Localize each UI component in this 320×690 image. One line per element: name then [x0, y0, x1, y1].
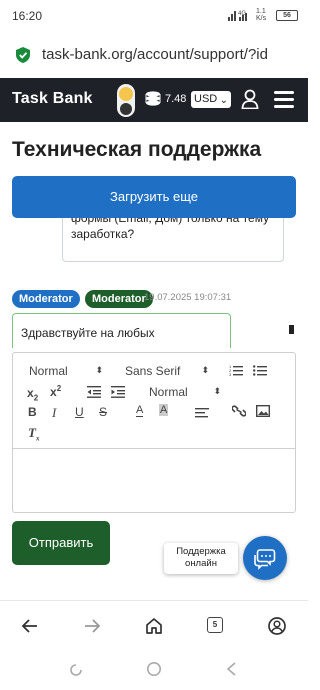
balance-value: 7.48 — [165, 93, 187, 105]
browser-url-bar[interactable]: task-bank.org/account/support/?id — [0, 34, 308, 78]
chat-scrollbar[interactable] — [289, 325, 294, 334]
size-select[interactable]: Normal ⬍ — [149, 385, 221, 399]
superscript-icon[interactable]: x2 — [50, 384, 61, 399]
theme-toggle[interactable] — [117, 84, 135, 117]
support-label-line2: онлайн — [185, 558, 217, 569]
updown-arrows-icon: ⬍ — [95, 365, 103, 375]
coins-icon — [145, 91, 161, 106]
home-icon[interactable] — [145, 617, 163, 635]
currency-value: USD — [194, 93, 218, 105]
background-color-icon[interactable]: A — [159, 404, 169, 416]
status-time: 16:20 — [12, 9, 43, 23]
moderator-message: Здравствуйте на любых — [12, 313, 231, 348]
currency-select[interactable]: USD ⌄ — [191, 91, 231, 108]
image-icon[interactable] — [256, 405, 270, 417]
font-select[interactable]: Sans Serif ⬍ — [125, 364, 209, 378]
bullet-list-icon[interactable] — [253, 364, 267, 376]
chat-bubbles-icon — [254, 549, 276, 570]
load-more-button[interactable]: Загрузить еще — [12, 176, 296, 218]
home-button-icon[interactable] — [146, 661, 162, 677]
message-editor-input[interactable] — [13, 450, 295, 512]
app-header: Task Bank 7.48 USD ⌄ — [0, 78, 308, 122]
sun-icon — [119, 87, 133, 101]
network-speed: 1.1 K/s — [256, 8, 267, 22]
message-timestamp: 19.07.2025 19:07:31 — [144, 292, 232, 303]
moderator-badge-secondary: Moderator — [85, 290, 153, 308]
tab-count-value: 5 — [212, 620, 218, 629]
page-title: Техническая поддержка — [12, 138, 262, 161]
clear-format-icon[interactable]: Tx — [28, 425, 39, 443]
hamburger-menu-icon[interactable] — [274, 91, 294, 108]
text-color-icon[interactable]: A — [136, 404, 144, 417]
outdent-icon[interactable] — [87, 386, 101, 398]
ordered-list-icon[interactable]: 123 — [229, 364, 243, 376]
svg-text:3: 3 — [229, 372, 232, 376]
user-message: формы (Email, Дом) только на тему зарабо… — [62, 218, 284, 262]
battery-icon: 56 — [276, 9, 298, 21]
strikethrough-icon[interactable]: S — [99, 405, 107, 419]
updown-arrows-icon: ⬍ — [213, 386, 221, 396]
back-arrow-icon[interactable] — [21, 617, 39, 635]
battery-level: 56 — [283, 11, 291, 19]
system-nav-bar — [0, 650, 308, 690]
url-text[interactable]: task-bank.org/account/support/?id — [42, 46, 308, 63]
moderator-message-text: Здравствуйте на любых — [21, 326, 155, 340]
updown-arrows-icon: ⬍ — [201, 365, 209, 375]
size-select-value: Normal — [149, 385, 188, 399]
secure-shield-icon — [16, 47, 30, 63]
support-chat-button[interactable] — [243, 536, 287, 580]
support-label-line1: Поддержка — [176, 546, 226, 557]
user-message-text: формы (Email, Дом) только на тему зарабо… — [71, 218, 270, 241]
recents-icon[interactable] — [68, 662, 84, 678]
profile-icon[interactable] — [268, 617, 286, 635]
subscript-icon[interactable]: x2 — [27, 386, 38, 402]
user-icon[interactable] — [241, 89, 259, 109]
browser-bottom-nav: 5 — [0, 600, 308, 650]
align-icon[interactable] — [195, 407, 209, 419]
support-online-label[interactable]: Поддержка онлайн — [164, 543, 238, 574]
font-select-value: Sans Serif — [125, 364, 181, 378]
header-select-value: Normal — [29, 364, 68, 378]
bold-icon[interactable]: B — [28, 405, 37, 419]
status-icons: 4G 1.1 K/s 56 — [228, 8, 298, 22]
send-button[interactable]: Отправить — [12, 521, 110, 565]
signal-icon: 4G — [228, 11, 247, 21]
indent-icon[interactable] — [111, 386, 125, 398]
moderator-badge: Moderator — [12, 290, 80, 308]
tabs-count-button[interactable]: 5 — [207, 617, 223, 633]
chevron-down-icon: ⌄ — [219, 95, 228, 106]
rich-text-editor: Normal ⬍ Sans Serif ⬍ 123 x2 x2 Normal ⬍ — [12, 352, 296, 513]
header-select[interactable]: Normal ⬍ — [29, 364, 103, 378]
status-bar: 16:20 4G 1.1 K/s 56 — [0, 0, 308, 34]
underline-icon[interactable]: U — [75, 405, 84, 419]
editor-toolbar: Normal ⬍ Sans Serif ⬍ 123 x2 x2 Normal ⬍ — [13, 353, 295, 449]
brand-logo[interactable]: Task Bank — [12, 90, 93, 108]
link-icon[interactable] — [232, 405, 246, 417]
system-back-icon[interactable] — [224, 661, 240, 677]
italic-icon[interactable]: I — [52, 405, 56, 421]
forward-arrow-icon[interactable] — [83, 617, 101, 635]
toggle-knob — [120, 103, 132, 115]
chat-history[interactable]: формы (Email, Дом) только на тему зарабо… — [12, 218, 296, 348]
